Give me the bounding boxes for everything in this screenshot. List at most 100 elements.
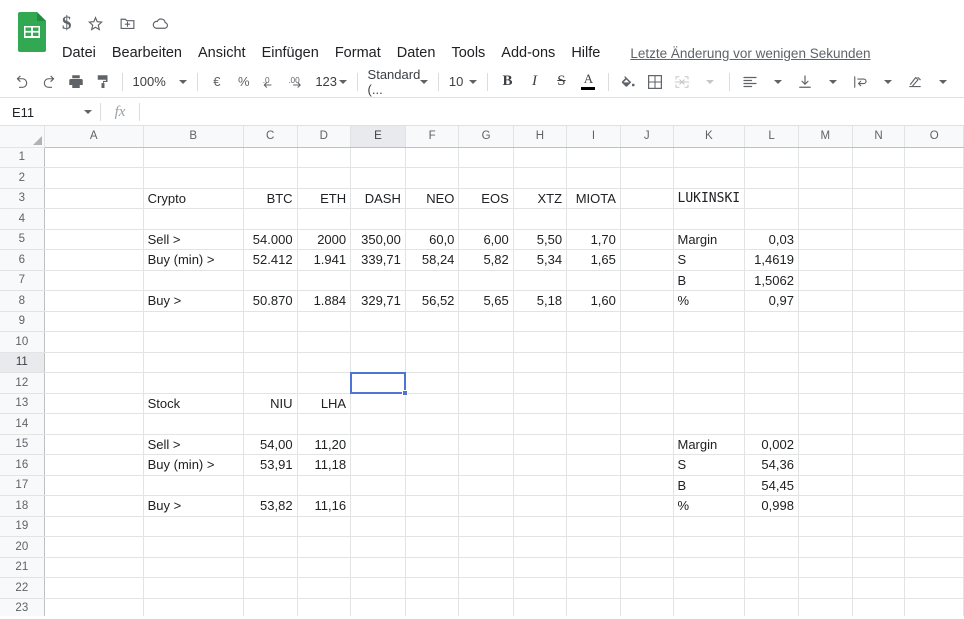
menu-item-format[interactable]: Format [335,45,381,61]
cell-E11[interactable] [350,352,406,373]
row-header-9[interactable]: 9 [0,311,45,332]
cell-C21[interactable] [243,557,298,578]
cell-F3[interactable]: NEO [405,188,460,209]
cell-F8[interactable]: 56,52 [405,290,460,312]
dollar-icon[interactable]: $ [62,14,72,33]
cell-H1[interactable] [513,147,568,168]
cell-B5[interactable]: Sell > [143,229,244,250]
cell-F10[interactable] [405,331,460,353]
cell-F1[interactable] [405,147,460,168]
cell-C4[interactable] [243,208,298,230]
cell-L21[interactable] [744,557,799,578]
cell-F20[interactable] [405,536,460,558]
menu-item-einfuegen[interactable]: Einfügen [262,45,319,61]
cell-D22[interactable] [297,577,352,599]
cell-M20[interactable] [798,536,853,558]
cell-C9[interactable] [243,311,298,332]
cell-L23[interactable] [744,598,799,616]
cell-H17[interactable] [513,475,568,496]
cell-B16[interactable]: Buy (min) > [143,454,244,476]
cell-K16[interactable]: S [673,454,746,476]
font-size-selector[interactable]: 10 [445,74,482,89]
cell-G22[interactable] [458,577,514,599]
cell-D1[interactable] [297,147,352,168]
cell-J8[interactable] [620,290,674,312]
cell-B10[interactable] [143,331,244,353]
cell-H8[interactable]: 5,18 [513,290,568,312]
cell-D5[interactable]: 2000 [297,229,352,250]
cell-D14[interactable] [297,413,352,435]
cell-F7[interactable] [405,270,460,291]
row-header-15[interactable]: 15 [0,434,45,455]
cell-M12[interactable] [798,372,853,394]
merge-cells-icon[interactable] [668,69,695,95]
cell-J21[interactable] [620,557,674,578]
cell-H10[interactable] [513,331,568,353]
formula-input[interactable] [140,98,964,126]
cell-N22[interactable] [852,577,906,599]
cell-L12[interactable] [744,372,799,394]
cell-H15[interactable] [513,434,568,455]
row-header-23[interactable]: 23 [0,598,45,616]
cell-N3[interactable] [852,188,906,209]
cell-F12[interactable] [405,372,460,394]
cell-D21[interactable] [297,557,352,578]
cell-C16[interactable]: 53,91 [243,454,298,476]
cell-O3[interactable] [904,188,964,209]
cell-O6[interactable] [904,249,964,271]
cell-D11[interactable] [297,352,352,373]
cell-E10[interactable] [350,331,406,353]
cell-J4[interactable] [620,208,674,230]
cell-J14[interactable] [620,413,674,435]
move-to-folder-icon[interactable] [119,15,136,32]
bold-button[interactable]: B [494,69,521,95]
cell-I4[interactable] [566,208,621,230]
cell-H20[interactable] [513,536,568,558]
cell-A17[interactable] [44,475,144,496]
cell-F18[interactable] [405,495,460,517]
cell-I23[interactable] [566,598,621,616]
cell-D16[interactable]: 11,18 [297,454,352,476]
cell-L5[interactable]: 0,03 [744,229,799,250]
column-header-l[interactable]: L [744,126,799,148]
cell-K6[interactable]: S [673,249,746,271]
cell-I10[interactable] [566,331,621,353]
cell-E9[interactable] [350,311,406,332]
cell-H4[interactable] [513,208,568,230]
cell-N17[interactable] [852,475,906,496]
cell-O9[interactable] [904,311,964,332]
vertical-align-dropdown[interactable] [819,69,846,95]
cell-L13[interactable] [744,393,799,414]
cell-K23[interactable] [673,598,746,616]
row-header-3[interactable]: 3 [0,188,45,209]
row-header-11[interactable]: 11 [0,352,45,373]
text-color-button[interactable]: A [575,69,602,95]
cell-K13[interactable] [673,393,746,414]
cell-K20[interactable] [673,536,746,558]
paint-format-icon[interactable] [89,69,116,95]
cell-B4[interactable] [143,208,244,230]
cell-N6[interactable] [852,249,906,271]
cell-M21[interactable] [798,557,853,578]
column-header-g[interactable]: G [458,126,514,148]
cell-B3[interactable]: Crypto [143,188,244,209]
cell-A1[interactable] [44,147,144,168]
cell-O20[interactable] [904,536,964,558]
cell-N1[interactable] [852,147,906,168]
cell-A16[interactable] [44,454,144,476]
cell-B1[interactable] [143,147,244,168]
cell-A14[interactable] [44,413,144,435]
cell-K5[interactable]: Margin [673,229,746,250]
cell-G7[interactable] [458,270,514,291]
cell-O21[interactable] [904,557,964,578]
column-header-e[interactable]: E [350,126,406,148]
cell-O13[interactable] [904,393,964,414]
undo-icon[interactable] [8,69,35,95]
cell-G6[interactable]: 5,82 [458,249,514,271]
cell-B13[interactable]: Stock [143,393,244,414]
cell-D17[interactable] [297,475,352,496]
cell-C10[interactable] [243,331,298,353]
cell-B21[interactable] [143,557,244,578]
cell-L20[interactable] [744,536,799,558]
text-wrap-icon[interactable] [846,69,873,95]
